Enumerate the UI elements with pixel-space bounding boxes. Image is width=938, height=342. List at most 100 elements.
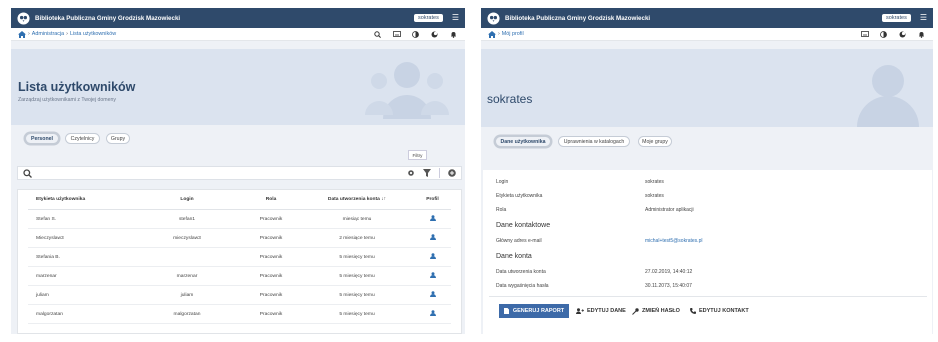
tab-personel[interactable]: Personel <box>25 133 59 144</box>
contrast-icon[interactable] <box>411 30 420 39</box>
cell-user-label: Stefania B. <box>36 254 60 260</box>
page-header: Lista użytkowników Zarządzaj użytkownika… <box>11 49 465 125</box>
users-table: Etykieta użytkownika Login Rola Data utw… <box>17 189 462 334</box>
cell-created: 5 miesięcy temu <box>339 292 375 298</box>
profile-header: sokrates <box>481 49 933 127</box>
filter-icon[interactable] <box>423 169 431 177</box>
table-header-row: Etykieta użytkownika Login Rola Data utw… <box>28 190 451 210</box>
field-label-role: Rola <box>496 207 507 213</box>
field-value-created: 27.02.2019, 14:40:12 <box>645 269 693 275</box>
user-badge[interactable]: sokrates <box>414 14 443 22</box>
tab-grupy[interactable]: Grupy <box>106 133 130 144</box>
cell-role: Pracownik <box>259 292 283 298</box>
filter-tooltip: Filtry <box>408 150 427 160</box>
search-icon[interactable] <box>23 168 32 178</box>
cell-created: miesiąc temu <box>342 216 372 222</box>
home-icon[interactable] <box>488 30 496 38</box>
top-nav-bar: Biblioteka Publiczna Gminy Grodzisk Mazo… <box>481 8 933 28</box>
cell-role: Pracownik <box>259 273 283 279</box>
change-password-button[interactable]: ZMIEŃ HASŁO <box>632 304 680 318</box>
table-row[interactable]: Mieczyslaw3 mieczyslaw3 Pracownik 2 miesiąc… <box>28 229 451 248</box>
profile-user-icon[interactable] <box>414 310 451 318</box>
cell-login: malgorzatan <box>173 311 201 317</box>
breadcrumb-current[interactable]: Mój profil <box>502 31 524 37</box>
cell-role: Pracownik <box>259 216 283 222</box>
tab-czytelnicy[interactable]: Czytelnicy <box>65 133 100 144</box>
generate-report-button[interactable]: GENERUJ RAPORT <box>499 304 569 318</box>
phone-icon <box>690 308 696 314</box>
col-header-login[interactable]: Login <box>132 197 242 202</box>
profile-user-icon[interactable] <box>414 253 451 261</box>
cell-created: 5 miesięcy temu <box>339 254 375 260</box>
cell-user-label: Mieczyslaw3 <box>36 235 64 241</box>
profile-user-icon[interactable] <box>414 215 451 223</box>
field-label-login: Login <box>496 179 509 185</box>
cell-created: 5 miesięcy temu <box>339 273 375 279</box>
tab-catalog-permissions[interactable]: Uprawnienia w katalogach <box>558 136 630 147</box>
cell-role: Pracownik <box>259 254 283 260</box>
table-row[interactable]: Stefan S. stefan1 Pracownik miesiąc temu <box>28 210 451 229</box>
profile-title: sokrates <box>487 92 533 106</box>
search-icon[interactable] <box>373 30 382 39</box>
page-subtitle: Zarządzaj użytkownikami z Twojej domeny <box>18 97 116 103</box>
user-badge[interactable]: sokrates <box>882 14 911 22</box>
keyboard-icon[interactable] <box>860 30 869 39</box>
key-icon <box>632 307 639 315</box>
owl-logo-icon[interactable] <box>17 11 30 25</box>
app-title: Biblioteka Publiczna Gminy Grodzisk Mazo… <box>35 14 181 22</box>
users-group-icon <box>365 62 449 119</box>
email-link[interactable]: michal+test5@sokrates.pl <box>645 238 702 244</box>
contrast-icon[interactable] <box>879 30 888 39</box>
bell-icon[interactable] <box>449 30 458 39</box>
sort-icon[interactable]: ↓↑ <box>381 197 386 202</box>
owl-logo-icon[interactable] <box>487 11 500 25</box>
table-row[interactable]: juliam juliam Pracownik 5 miesięcy temu <box>28 286 451 305</box>
col-header-created-text: Data utworzenia konta <box>327 197 380 202</box>
add-circle-icon[interactable] <box>448 169 456 177</box>
tab-user-data[interactable]: Dane użytkownika <box>495 136 551 147</box>
chevron-right-icon: › <box>28 31 30 37</box>
my-profile-window: Biblioteka Publiczna Gminy Grodzisk Mazo… <box>481 8 933 334</box>
section-account: Dane konta <box>496 253 532 260</box>
field-label-user-label: Etykieta użytkownika <box>496 193 543 199</box>
breadcrumb-current[interactable]: Lista użytkowników <box>70 31 116 37</box>
cell-user-label: juliam <box>36 292 49 298</box>
cell-role: Pracownik <box>259 311 283 317</box>
keyboard-icon[interactable] <box>392 30 401 39</box>
profile-user-icon[interactable] <box>414 272 451 280</box>
bell-icon[interactable] <box>917 30 926 39</box>
cell-user-label: marzenar <box>36 273 57 279</box>
edit-contact-label: EDYTUJ KONTAKT <box>699 308 749 314</box>
user-edit-icon <box>576 308 584 314</box>
profile-user-icon[interactable] <box>414 234 451 242</box>
theme-icon[interactable] <box>430 30 439 39</box>
table-row[interactable]: Stefania B. Pracownik 5 miesięcy temu <box>28 248 451 267</box>
field-value-login: sokrates <box>645 179 664 185</box>
edit-data-label: EDYTUJ DANE <box>587 308 626 314</box>
breadcrumb: › Mój profil <box>481 28 933 41</box>
table-row[interactable]: malgorzatan malgorzatan Pracownik 5 miesięc… <box>28 305 451 324</box>
settings-gear-icon[interactable] <box>407 169 415 177</box>
col-header-label[interactable]: Etykieta użytkownika <box>28 197 132 202</box>
menu-icon[interactable]: ☰ <box>920 14 927 22</box>
col-header-profile: Profil <box>426 197 439 202</box>
app-title: Biblioteka Publiczna Gminy Grodzisk Mazo… <box>505 14 651 22</box>
profile-user-icon[interactable] <box>414 291 451 299</box>
col-header-role[interactable]: Rola <box>242 197 300 202</box>
home-icon[interactable] <box>18 30 26 38</box>
edit-contact-button[interactable]: EDYTUJ KONTAKT <box>690 304 749 318</box>
document-icon <box>503 308 509 314</box>
search-bar[interactable] <box>17 166 462 180</box>
field-label-created: Data utworzenia konta <box>496 269 546 275</box>
table-row[interactable]: marzenar marzenar Pracownik 5 miesięcy temu <box>28 267 451 286</box>
edit-data-button[interactable]: EDYTUJ DANE <box>576 304 626 318</box>
theme-icon[interactable] <box>898 30 907 39</box>
cell-login: mieczyslaw3 <box>173 235 201 241</box>
col-header-created[interactable]: Data utworzenia konta ↓↑ <box>300 197 414 202</box>
breadcrumb-administracja[interactable]: Administracja <box>32 31 64 37</box>
menu-icon[interactable]: ☰ <box>452 14 459 22</box>
tab-my-groups[interactable]: Moje grupy <box>638 136 672 147</box>
change-password-label: ZMIEŃ HASŁO <box>642 308 680 314</box>
cell-user-label: malgorzatan <box>36 311 63 317</box>
cell-login: stefan1 <box>178 216 196 222</box>
